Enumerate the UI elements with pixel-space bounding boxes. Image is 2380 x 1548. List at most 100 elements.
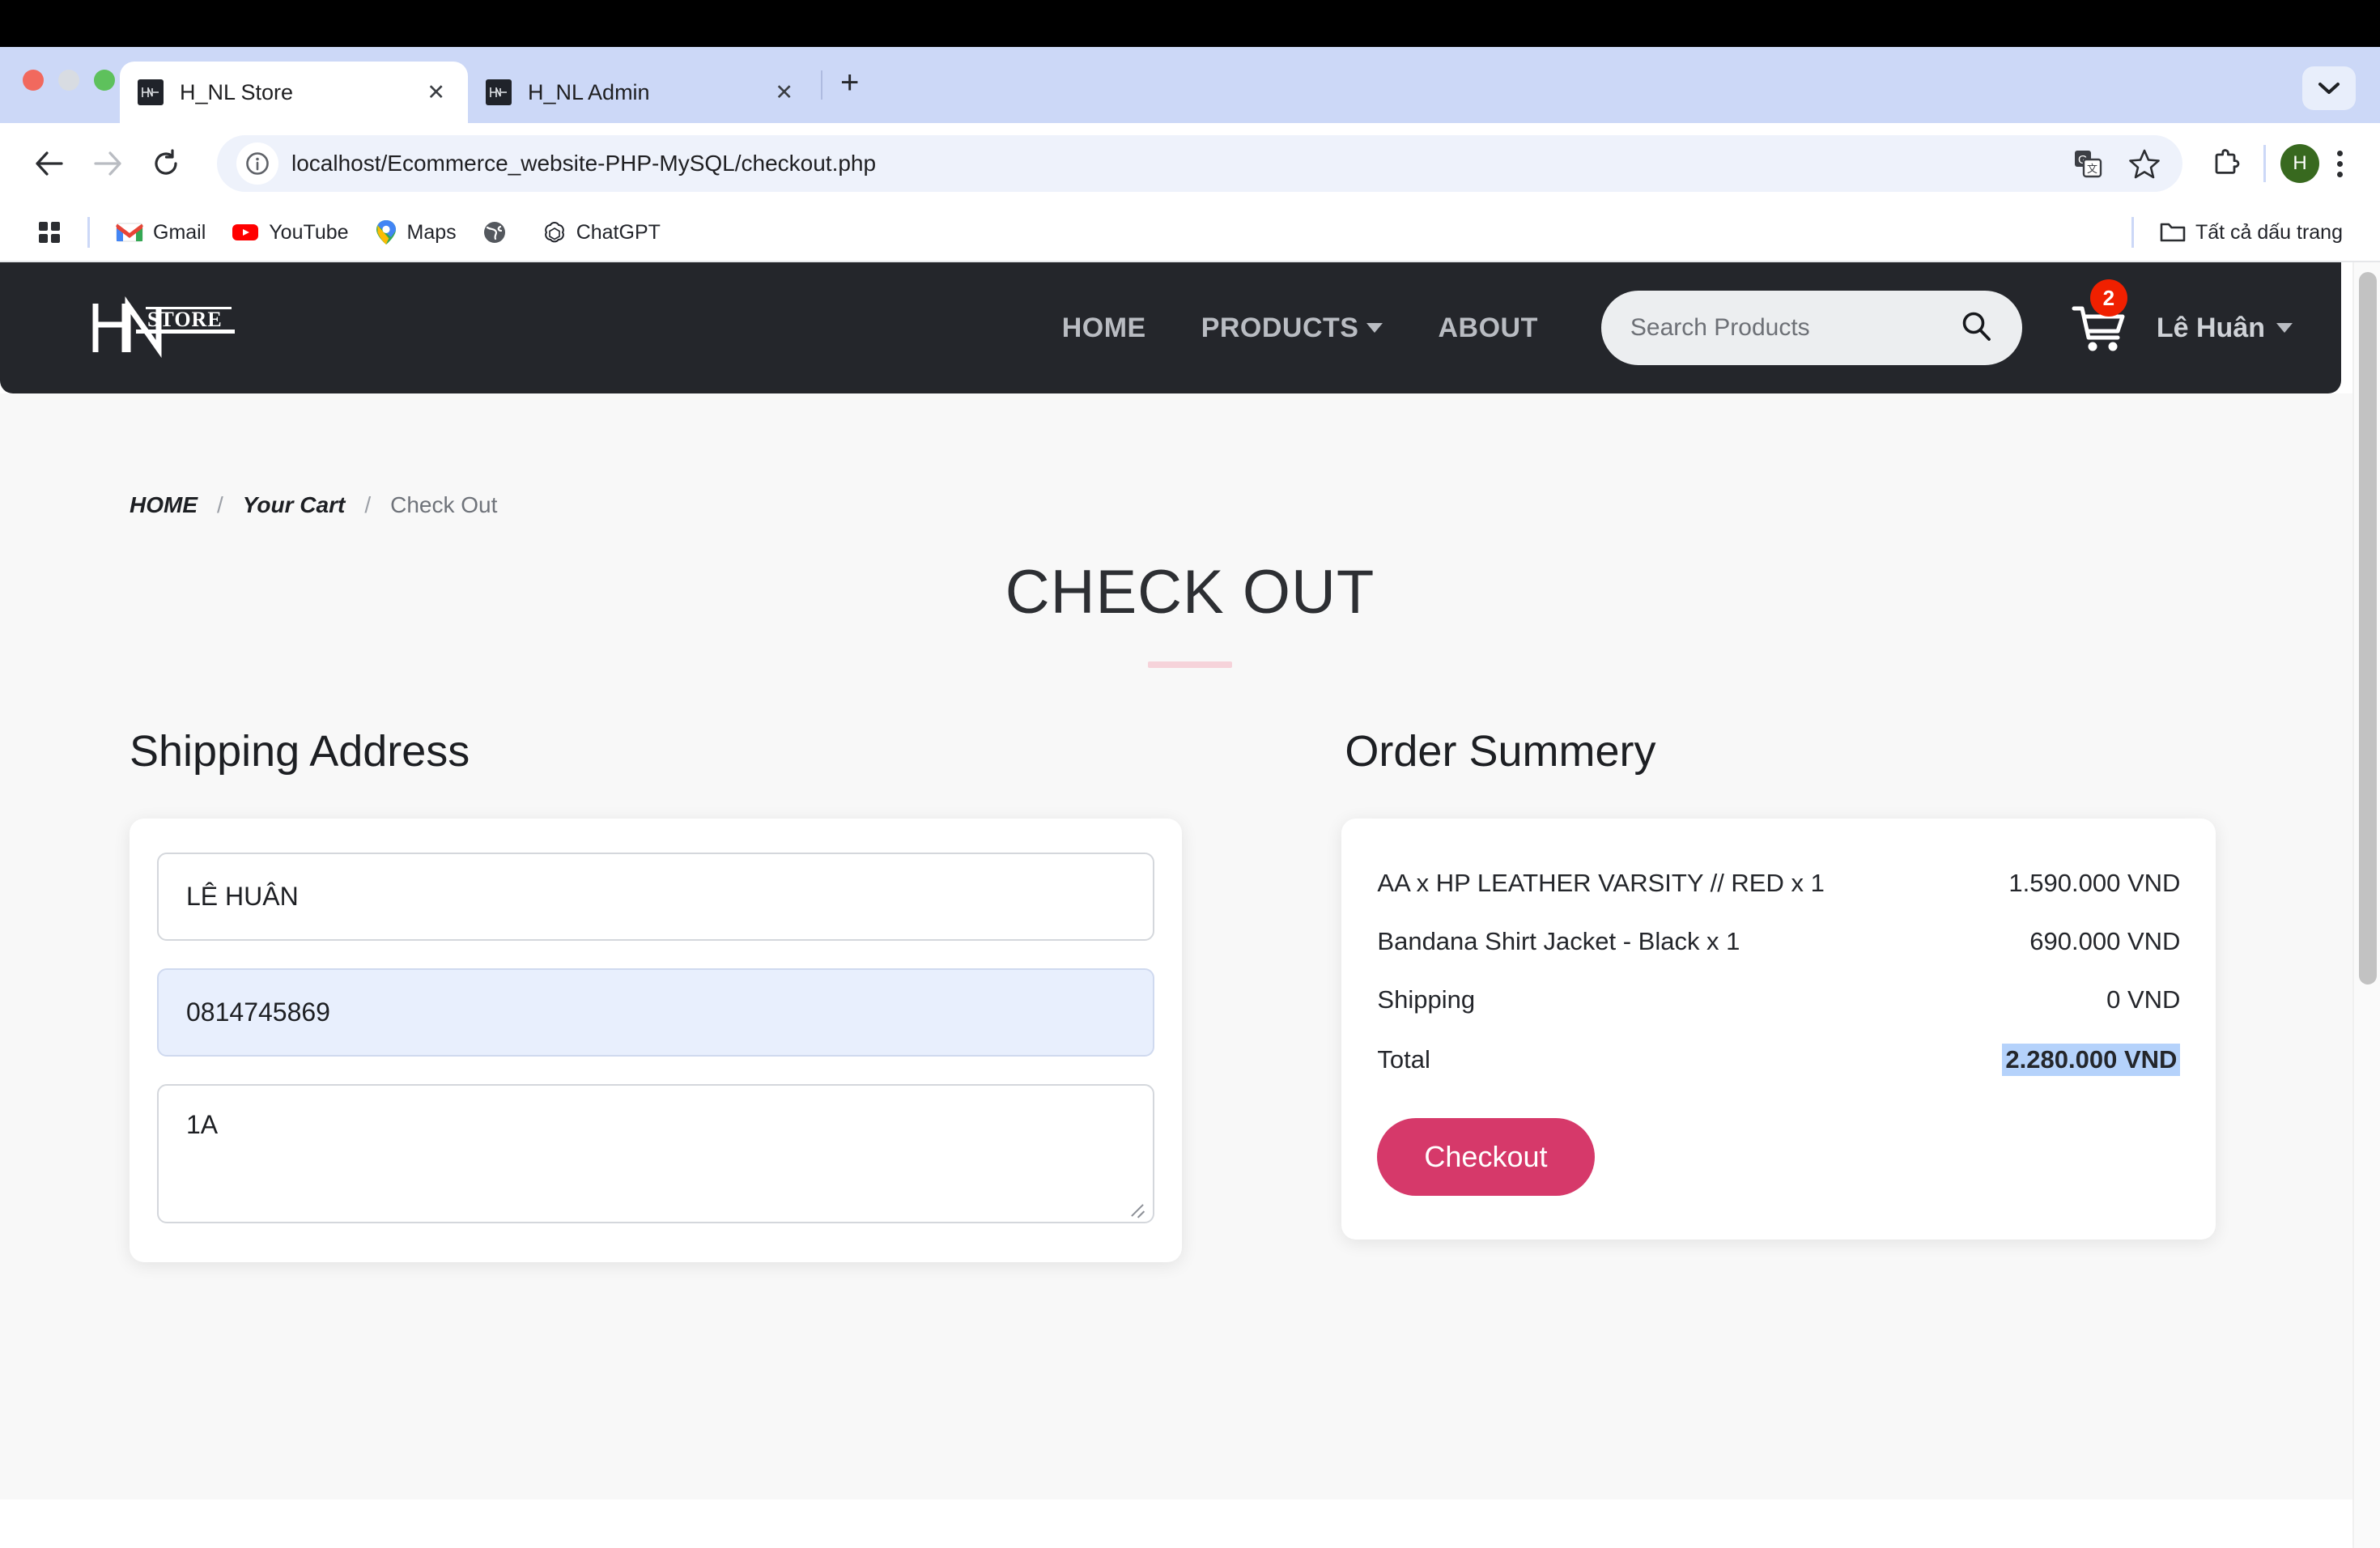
- order-row-value: 1.590.000 VND: [2008, 869, 2181, 897]
- checkout-columns: Shipping Address LÊ HUÂN 0814745869 1A O…: [0, 726, 2380, 1262]
- cart-button[interactable]: 2: [2071, 279, 2129, 354]
- tab-search-button[interactable]: [2302, 66, 2356, 110]
- close-window-button[interactable]: [23, 70, 44, 91]
- browser-tab-store[interactable]: H_NL Store ✕: [120, 62, 468, 123]
- breadcrumb-your-cart[interactable]: Your Cart: [243, 492, 346, 518]
- back-arrow-icon: [36, 151, 63, 176]
- nav-link-products[interactable]: PRODUCTS: [1174, 313, 1411, 344]
- extensions-icon[interactable]: [2202, 140, 2249, 187]
- titlebar-blank: [0, 0, 2380, 47]
- bookmarks-bar: Gmail YouTube Maps ChatGPT Tất cả dấu tr…: [0, 204, 2380, 262]
- maps-icon: [376, 220, 396, 245]
- gmail-icon: [116, 223, 143, 242]
- forward-button[interactable]: [81, 137, 134, 190]
- order-row-label: AA x HP LEATHER VARSITY // RED x 1: [1377, 869, 1825, 897]
- order-row-label: Bandana Shirt Jacket - Black x 1: [1377, 927, 1740, 955]
- order-summary-card: AA x HP LEATHER VARSITY // RED x 1 1.590…: [1341, 819, 2216, 1240]
- order-total-label: Total: [1377, 1045, 1430, 1074]
- minimize-window-button[interactable]: [58, 70, 79, 91]
- user-menu[interactable]: Lê Huân: [2157, 313, 2293, 344]
- address-textarea-value: 1A: [186, 1110, 219, 1139]
- forward-arrow-icon: [94, 151, 121, 176]
- globe-icon: [483, 222, 505, 243]
- site-nav-links: HOME PRODUCTS ABOUT Search Products 2 Lê…: [1035, 279, 2293, 365]
- chevron-down-icon: [2276, 323, 2293, 333]
- full-name-input[interactable]: LÊ HUÂN: [157, 853, 1154, 941]
- nav-link-products-label: PRODUCTS: [1201, 312, 1359, 343]
- breadcrumb-sep-2: /: [364, 492, 372, 517]
- tab-favicon-store: [138, 79, 164, 105]
- order-summary-heading: Order Summery: [1345, 727, 1656, 776]
- bookmark-youtube-label: YouTube: [269, 220, 349, 244]
- order-row-label: Shipping: [1377, 985, 1476, 1014]
- chatgpt-icon: [544, 221, 564, 243]
- browser-toolbar: localhost/Ecommerce_website-PHP-MySQL/ch…: [0, 123, 2380, 204]
- translate-icon[interactable]: G文: [2064, 140, 2111, 187]
- shipping-address-heading: Shipping Address: [130, 727, 470, 776]
- url-text: localhost/Ecommerce_website-PHP-MySQL/ch…: [291, 151, 877, 176]
- order-total-value: 2.280.000 VND: [2002, 1044, 2181, 1076]
- title-accent-rule: [1148, 661, 1232, 668]
- reload-icon: [155, 149, 177, 175]
- bookmark-chatgpt[interactable]: ChatGPT: [529, 214, 674, 251]
- nav-link-home[interactable]: HOME: [1035, 313, 1174, 344]
- bookmark-maps[interactable]: Maps: [362, 213, 470, 252]
- phone-number-input[interactable]: 0814745869: [157, 968, 1154, 1057]
- page-content: HOME / Your Cart / Check Out CHECK OUT S…: [0, 393, 2380, 1499]
- tab-divider: [821, 70, 822, 100]
- reload-button[interactable]: [139, 137, 193, 190]
- order-row-item-1: AA x HP LEATHER VARSITY // RED x 1 1.590…: [1377, 854, 2180, 912]
- page-scrollbar[interactable]: [2352, 262, 2380, 1548]
- chevron-down-icon: [1366, 323, 1383, 333]
- shipping-address-section: Shipping Address LÊ HUÂN 0814745869 1A: [130, 726, 1309, 1262]
- order-summary-section: Order Summery AA x HP LEATHER VARSITY //…: [1341, 726, 2250, 1262]
- all-bookmarks-label: Tất cả dấu trang: [2195, 220, 2343, 244]
- site-info-icon[interactable]: [236, 142, 278, 185]
- tab-title-store: H_NL Store: [180, 79, 294, 104]
- breadcrumb: HOME / Your Cart / Check Out: [0, 393, 2380, 518]
- site-navbar: STORE HOME PRODUCTS ABOUT Search Product…: [0, 262, 2341, 393]
- breadcrumb-current: Check Out: [390, 492, 498, 517]
- nav-link-home-label: HOME: [1061, 312, 1146, 343]
- footer-gap: [0, 1499, 2380, 1548]
- folder-icon: [2160, 223, 2186, 242]
- page-title: CHECK OUT: [1005, 558, 1375, 627]
- maximize-window-button[interactable]: [94, 70, 115, 91]
- bookmark-globe[interactable]: [470, 214, 529, 251]
- bookmark-gmail[interactable]: Gmail: [103, 215, 219, 251]
- bookmark-maps-label: Maps: [406, 220, 457, 244]
- breadcrumb-sep-1: /: [217, 492, 223, 517]
- toolbar-divider: [2263, 145, 2266, 182]
- tab-favicon-admin: [486, 79, 512, 105]
- window-controls[interactable]: [23, 70, 115, 91]
- order-row-item-2: Bandana Shirt Jacket - Black x 1 690.000…: [1377, 912, 2180, 971]
- tab-close-admin[interactable]: ✕: [767, 81, 801, 104]
- new-tab-button[interactable]: +: [827, 66, 872, 104]
- breadcrumb-home[interactable]: HOME: [130, 492, 198, 518]
- tab-close-store[interactable]: ✕: [419, 81, 453, 104]
- nav-link-about[interactable]: ABOUT: [1410, 313, 1565, 344]
- page-viewport: STORE HOME PRODUCTS ABOUT Search Product…: [0, 262, 2380, 1548]
- bookmark-chatgpt-label: ChatGPT: [576, 220, 661, 244]
- all-bookmarks-button[interactable]: Tất cả dấu trang: [2147, 215, 2356, 251]
- profile-avatar[interactable]: H: [2280, 144, 2319, 183]
- scrollbar-thumb[interactable]: [2359, 272, 2377, 985]
- back-button[interactable]: [23, 137, 76, 190]
- tab-strip: H_NL Store ✕ H_NL Admin ✕ +: [0, 47, 2380, 123]
- search-icon[interactable]: [1959, 309, 1993, 347]
- bookmark-youtube[interactable]: YouTube: [219, 215, 361, 251]
- shipping-address-card: LÊ HUÂN 0814745869 1A: [130, 819, 1182, 1262]
- search-placeholder: Search Products: [1630, 314, 1810, 341]
- bookmark-star-icon[interactable]: [2121, 140, 2168, 187]
- user-name-label: Lê Huân: [2156, 312, 2265, 343]
- apps-grid-icon[interactable]: [24, 214, 74, 251]
- search-products-input[interactable]: Search Products: [1600, 291, 2022, 365]
- checkout-button[interactable]: Checkout: [1377, 1118, 1595, 1196]
- site-logo[interactable]: STORE: [89, 289, 251, 367]
- address-bar[interactable]: localhost/Ecommerce_website-PHP-MySQL/ch…: [217, 135, 2182, 192]
- address-textarea[interactable]: 1A: [157, 1084, 1154, 1223]
- svg-text:文: 文: [2087, 163, 2097, 175]
- three-dot-menu-icon[interactable]: [2323, 150, 2357, 177]
- browser-tab-admin[interactable]: H_NL Admin ✕: [468, 62, 816, 123]
- textarea-resize-handle[interactable]: [1128, 1198, 1146, 1216]
